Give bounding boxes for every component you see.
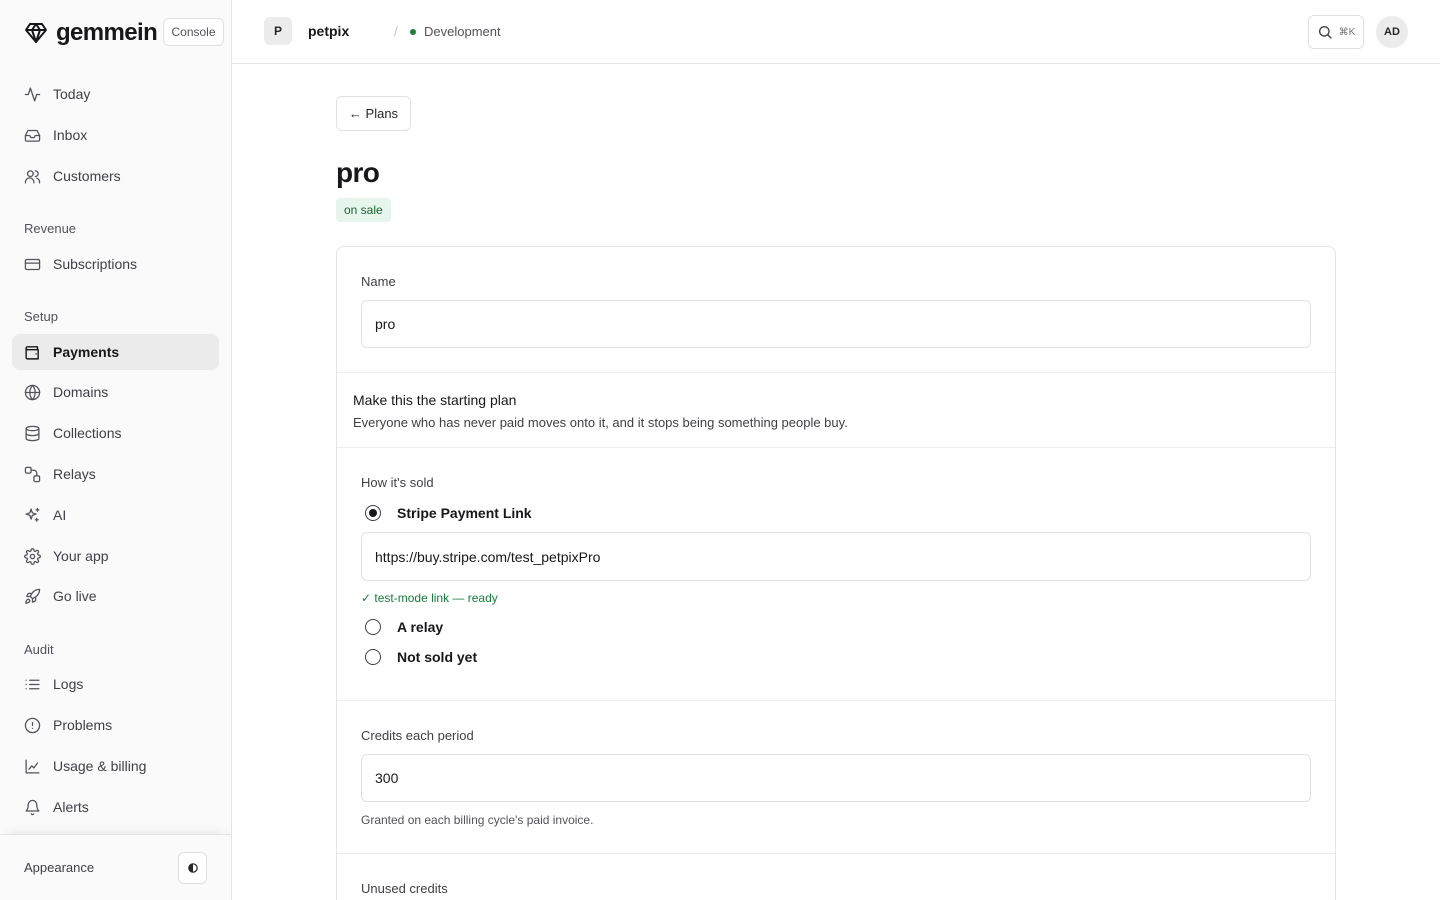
radio-button[interactable] [365, 505, 381, 521]
nav-item-go-live[interactable]: Go live [12, 578, 219, 614]
radio-a-relay[interactable]: A relay [365, 619, 443, 635]
console-badge[interactable]: Console [163, 18, 224, 46]
database-icon [25, 425, 40, 441]
unused-credits-section: Unused credits [337, 854, 1335, 900]
environment-label: Development [424, 24, 501, 39]
starting-plan-title: Make this the starting plan [353, 392, 517, 408]
contrast-icon [187, 863, 198, 873]
rocket-icon [25, 588, 41, 604]
globe-icon [24, 384, 41, 400]
nav-item-label: Subscriptions [53, 256, 138, 272]
topbar: P petpix / Development ⌘K AD [232, 0, 1440, 64]
starting-plan-description: Everyone who has never paid moves onto i… [353, 415, 848, 430]
gem-logo-icon [25, 23, 47, 43]
how-sold-label: How it's sold [361, 475, 434, 490]
section-label-revenue: Revenue [24, 221, 77, 236]
theme-toggle-button[interactable] [178, 852, 207, 884]
name-label: Name [361, 274, 396, 289]
nav-item-label: Payments [53, 344, 120, 360]
nav-item-relays[interactable]: Relays [12, 456, 219, 492]
nav-item-label: Your app [53, 548, 109, 564]
sidebar-footer: Appearance [0, 834, 231, 900]
plan-form-card: Name pro Make this the starting plan Eve… [336, 246, 1336, 900]
environment-status-dot [410, 28, 416, 35]
nav-item-subscriptions[interactable]: Subscriptions [12, 246, 219, 282]
how-sold-section: How it's sold Stripe Payment Link https:… [337, 448, 1335, 701]
search-icon [1318, 26, 1332, 39]
chart-icon [25, 758, 40, 774]
relay-icon [24, 466, 41, 482]
project-avatar[interactable]: P [264, 17, 292, 45]
nav-item-label: Logs [53, 676, 84, 692]
section-label-setup: Setup [24, 309, 58, 324]
wallet-icon [25, 345, 39, 360]
radio-label: A relay [397, 619, 444, 635]
radio-not-sold-yet[interactable]: Not sold yet [365, 649, 477, 665]
nav-item-label: Collections [53, 425, 122, 441]
project-name[interactable]: petpix [308, 23, 349, 39]
name-input[interactable]: pro [361, 300, 1311, 348]
nav-item-label: Go live [53, 588, 97, 604]
list-icon [25, 679, 40, 689]
bell-icon [25, 799, 40, 815]
credits-label: Credits each period [361, 728, 474, 743]
status-badge: on sale [336, 198, 391, 222]
nav-item-problems[interactable]: Problems [12, 707, 219, 743]
nav-item-alerts[interactable]: Alerts [12, 789, 219, 825]
nav-item-label: Customers [53, 168, 121, 184]
alert-circle-icon [24, 717, 41, 733]
payment-link-status: ✓ test-mode link — ready [361, 591, 498, 605]
radio-button[interactable] [365, 619, 381, 635]
page-title: pro [336, 157, 380, 188]
nav-item-label: AI [53, 507, 67, 523]
radio-stripe-payment-link[interactable]: Stripe Payment Link [365, 505, 532, 521]
nav-item-inbox[interactable]: Inbox [12, 117, 219, 153]
radio-label: Stripe Payment Link [397, 505, 532, 521]
payment-link-input[interactable]: https://buy.stripe.com/test_petpixPro [361, 532, 1311, 581]
radio-label: Not sold yet [397, 649, 478, 665]
sidebar: gemmein Console Today Inbox Customers Re… [0, 0, 232, 900]
nav-item-today[interactable]: Today [12, 76, 219, 112]
credit-card-icon [24, 258, 41, 270]
nav-item-your-app[interactable]: Your app [12, 538, 219, 574]
unused-credits-label: Unused credits [361, 881, 448, 896]
sparkles-icon [25, 507, 40, 522]
activity-icon [24, 86, 41, 102]
brand-name: gemmein [56, 19, 158, 46]
credits-hint: Granted on each billing cycle's paid inv… [361, 813, 594, 827]
starting-plan-section[interactable]: Make this the starting plan Everyone who… [337, 373, 1335, 448]
nav-item-label: Alerts [53, 799, 89, 815]
search-button[interactable]: ⌘K [1308, 15, 1364, 49]
credits-input[interactable]: 300 [361, 754, 1311, 802]
nav-item-label: Relays [53, 466, 96, 482]
breadcrumb-separator: / [394, 23, 398, 39]
nav-item-customers[interactable]: Customers [12, 158, 219, 194]
nav-item-label: Inbox [53, 127, 88, 143]
nav-item-label: Problems [53, 717, 113, 733]
appearance-label: Appearance [24, 860, 95, 875]
nav-item-ai[interactable]: AI [12, 497, 219, 533]
section-label-audit: Audit [24, 642, 54, 657]
nav-item-label: Usage & billing [53, 758, 147, 774]
nav-item-logs[interactable]: Logs [12, 666, 219, 702]
search-shortcut: ⌘K [1338, 26, 1356, 38]
brand[interactable]: gemmein [24, 18, 158, 48]
name-section: Name pro [337, 247, 1335, 373]
nav-item-usage-billing[interactable]: Usage & billing [12, 748, 219, 784]
nav-item-collections[interactable]: Collections [12, 415, 219, 451]
radio-button[interactable] [365, 649, 381, 665]
nav-item-label: Domains [53, 384, 109, 400]
nav-item-domains[interactable]: Domains [12, 374, 219, 410]
gear-icon [24, 547, 41, 565]
users-icon [24, 169, 41, 184]
nav-item-payments[interactable]: Payments [12, 334, 219, 370]
environment-switcher[interactable]: Development [410, 24, 501, 39]
back-to-plans-button[interactable]: ← Plans [336, 96, 411, 131]
inbox-icon [24, 129, 41, 142]
user-avatar[interactable]: AD [1376, 16, 1408, 48]
nav-item-label: Today [53, 86, 91, 102]
credits-section: Credits each period 300 Granted on each … [337, 701, 1335, 854]
